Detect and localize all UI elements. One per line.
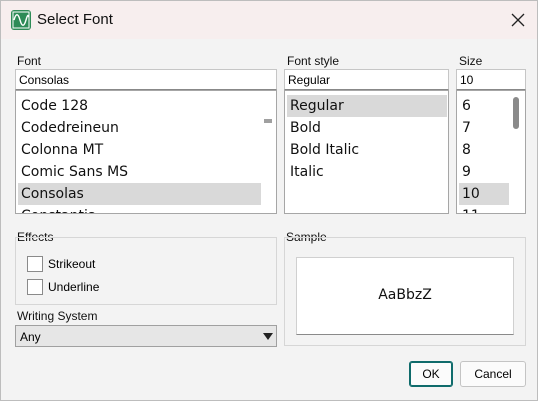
size-label: Size [459, 54, 483, 68]
sample-text: AaBbzZ [378, 287, 432, 303]
font-list-item[interactable]: Constantia [18, 205, 261, 213]
font-list-item[interactable]: Code 128 [18, 95, 261, 117]
size-list-scrollbar[interactable] [513, 97, 519, 129]
sample-preview: AaBbzZ [296, 257, 514, 335]
font-list-item-selected[interactable]: Consolas [18, 183, 261, 205]
select-font-dialog: Select Font Font Consolas Code 128 Coded… [0, 0, 538, 401]
font-list-item[interactable]: Comic Sans MS [18, 161, 261, 183]
font-list[interactable]: Code 128 Codedreineun Colonna MT Comic S… [15, 90, 277, 214]
dropdown-arrow-icon [263, 333, 273, 340]
ok-button[interactable]: OK [409, 361, 453, 387]
wave-icon [11, 10, 31, 30]
font-style-item[interactable]: Bold Italic [287, 139, 447, 161]
font-list-item[interactable]: Codedreineun [18, 117, 261, 139]
font-style-item[interactable]: Italic [287, 161, 447, 183]
font-style-item[interactable]: Bold [287, 117, 447, 139]
font-list-item[interactable]: Colonna MT [18, 139, 261, 161]
underline-row[interactable]: Underline [27, 279, 147, 297]
strikeout-label: Strikeout [48, 257, 96, 271]
font-label: Font [17, 54, 42, 68]
size-list[interactable]: 6 7 8 9 10 11 [456, 90, 526, 214]
size-list-item[interactable]: 8 [459, 139, 509, 161]
font-list-scrollbar[interactable] [264, 119, 272, 123]
size-list-item[interactable]: 6 [459, 95, 509, 117]
underline-checkbox[interactable] [27, 279, 43, 295]
close-icon [511, 13, 525, 27]
strikeout-row[interactable]: Strikeout [27, 256, 147, 274]
font-style-list[interactable]: Regular Bold Bold Italic Italic [284, 90, 449, 214]
size-list-item-selected[interactable]: 10 [459, 183, 509, 205]
underline-label: Underline [48, 280, 100, 294]
writing-system-dropdown[interactable]: Any [15, 325, 277, 347]
writing-system-value: Any [20, 330, 41, 344]
font-style-item-selected[interactable]: Regular [287, 95, 447, 117]
size-list-item[interactable]: 9 [459, 161, 509, 183]
close-button[interactable] [504, 7, 532, 33]
strikeout-checkbox[interactable] [27, 256, 43, 272]
font-style-input[interactable]: Regular [284, 69, 449, 90]
size-list-item[interactable]: 11 [459, 205, 509, 213]
title-bar: Select Font [1, 1, 537, 39]
font-name-input[interactable]: Consolas [15, 69, 277, 90]
font-style-label: Font style [287, 54, 340, 68]
size-input[interactable]: 10 [456, 69, 526, 90]
cancel-button[interactable]: Cancel [460, 361, 526, 387]
size-list-item[interactable]: 7 [459, 117, 509, 139]
window-title: Select Font [37, 11, 113, 28]
writing-system-label: Writing System [17, 309, 98, 323]
